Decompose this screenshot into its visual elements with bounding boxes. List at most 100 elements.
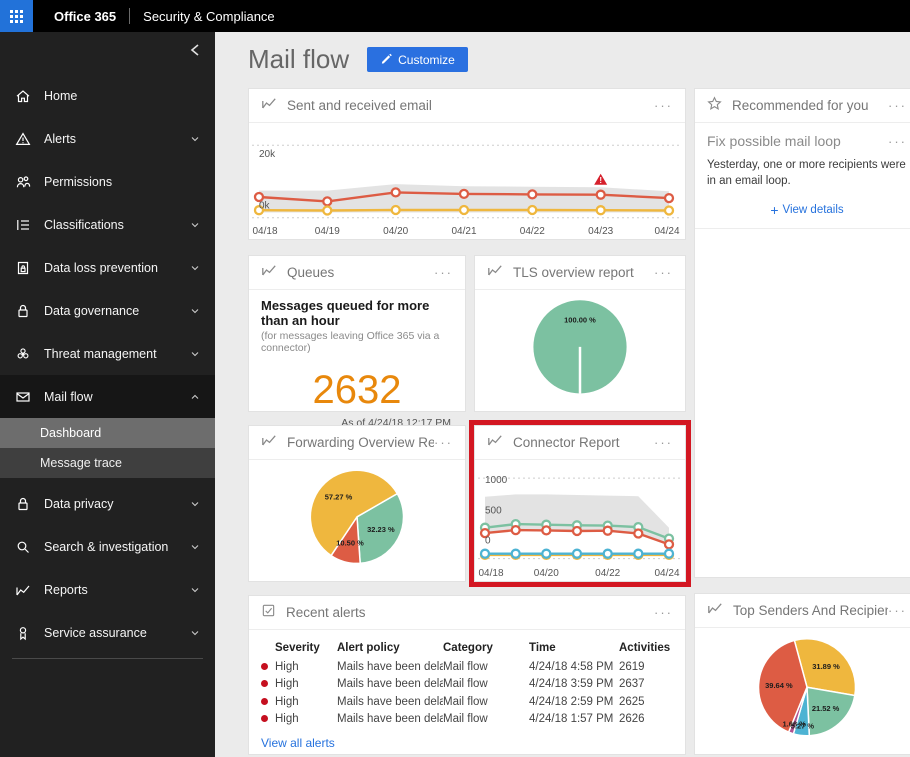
line-chart-icon xyxy=(487,262,503,283)
sidebar-collapse-button[interactable] xyxy=(185,40,205,60)
more-options-icon[interactable]: ··· xyxy=(888,604,907,617)
chevron-down-icon xyxy=(189,627,201,639)
svg-text:!: ! xyxy=(599,176,602,185)
sidebar-item-search-investigation[interactable]: Search & investigation xyxy=(0,525,215,568)
severity-dot xyxy=(261,697,268,705)
brand-office-365[interactable]: Office 365 xyxy=(54,9,116,24)
more-options-icon[interactable]: ··· xyxy=(434,436,453,449)
page-header: Mail flow Customize xyxy=(248,44,468,75)
more-options-icon[interactable]: ··· xyxy=(434,266,453,279)
more-options-icon[interactable]: ··· xyxy=(888,99,907,112)
severity-dot xyxy=(261,680,268,688)
svg-text:04/24: 04/24 xyxy=(654,568,679,579)
column-header: Severity xyxy=(275,642,320,654)
sidebar-item-data-privacy[interactable]: Data privacy xyxy=(0,482,215,525)
column-header: Activities xyxy=(619,642,671,654)
card-recent-alerts: Recent alerts ··· Severity Alert policy … xyxy=(248,595,686,755)
svg-text:04/23: 04/23 xyxy=(588,226,613,237)
card-title: Forwarding Overview Rep... xyxy=(287,435,434,450)
more-options-icon[interactable]: ··· xyxy=(888,135,907,148)
svg-text:0: 0 xyxy=(485,536,491,547)
card-forwarding-overview: Forwarding Overview Rep... ··· 32.23 %10… xyxy=(248,425,466,582)
svg-text:04/20: 04/20 xyxy=(534,568,559,579)
recommendation-item: Fix possible mail loop ··· Yesterday, on… xyxy=(695,123,910,230)
chevron-down-icon xyxy=(189,219,201,231)
sidebar-item-label: Data governance xyxy=(44,303,140,318)
svg-text:1.68 %: 1.68 % xyxy=(783,719,807,728)
chevron-down-icon xyxy=(189,498,201,510)
svg-text:0k: 0k xyxy=(259,201,271,212)
sidebar-item-permissions[interactable]: Permissions xyxy=(0,160,215,203)
card-title: Top Senders And Recipients xyxy=(733,603,888,618)
sidebar-item-threat-management[interactable]: Threat management xyxy=(0,332,215,375)
forwarding-pie-chart[interactable]: 32.23 % 10.50 % 57.27 % xyxy=(249,460,465,581)
chevron-down-icon xyxy=(189,584,201,596)
sidebar-subitem-label: Dashboard xyxy=(40,426,102,440)
card-header: TLS overview report ··· xyxy=(475,256,685,290)
sidebar: Home Alerts Permissions Classifications … xyxy=(0,32,215,757)
pencil-icon xyxy=(380,52,392,67)
sidebar-subitem-dashboard[interactable]: Dashboard xyxy=(0,418,215,448)
svg-text:32.23 %: 32.23 % xyxy=(367,525,395,534)
sidebar-item-home[interactable]: Home xyxy=(0,74,215,117)
sidebar-item-label: Search & investigation xyxy=(44,539,169,554)
sidebar-item-alerts[interactable]: Alerts xyxy=(0,117,215,160)
search-icon xyxy=(14,539,32,555)
svg-text:100.00 %: 100.00 % xyxy=(564,315,596,324)
view-all-alerts-link[interactable]: View all alerts xyxy=(261,736,335,750)
chevron-down-icon xyxy=(189,305,201,317)
more-options-icon[interactable]: ··· xyxy=(654,266,673,279)
customize-label: Customize xyxy=(398,52,455,67)
alert-row[interactable]: High Mails have been delay... Mail flow … xyxy=(249,711,685,729)
alert-row[interactable]: High Mails have been delay... Mail flow … xyxy=(249,693,685,711)
sidebar-item-label: Alerts xyxy=(44,131,76,146)
alert-row[interactable]: High Mails have been delay... Mail flow … xyxy=(249,676,685,694)
view-details-label: View details xyxy=(782,204,844,217)
card-recommended-for-you: Recommended for you ··· Fix possible mai… xyxy=(694,88,910,578)
line-chart-icon xyxy=(707,600,723,621)
app-window: Office 365 Security & Compliance Home Al… xyxy=(0,0,910,757)
sidebar-divider xyxy=(12,658,203,659)
view-details-link[interactable]: + View details xyxy=(695,202,910,218)
sidebar-item-data-governance[interactable]: Data governance xyxy=(0,289,215,332)
svg-text:39.64 %: 39.64 % xyxy=(765,681,793,690)
sidebar-item-data-loss-prevention[interactable]: Data loss prevention xyxy=(0,246,215,289)
sidebar-item-mail-flow[interactable]: Mail flow xyxy=(0,375,215,418)
more-options-icon[interactable]: ··· xyxy=(654,436,673,449)
queued-messages-count: 2632 xyxy=(312,368,402,412)
svg-text:04/18: 04/18 xyxy=(478,568,503,579)
sidebar-item-classifications[interactable]: Classifications xyxy=(0,203,215,246)
chevron-down-icon xyxy=(189,262,201,274)
biohazard-icon xyxy=(14,346,32,362)
column-header: Category xyxy=(443,642,493,654)
chevron-down-icon xyxy=(189,348,201,360)
top-bar: Office 365 Security & Compliance xyxy=(0,0,910,32)
app-launcher-icon[interactable] xyxy=(0,0,33,32)
sidebar-item-reports[interactable]: Reports xyxy=(0,568,215,611)
alert-row[interactable]: High Mails have been delay... Mail flow … xyxy=(249,658,685,676)
sidebar-subitem-label: Message trace xyxy=(40,456,122,470)
svg-text:04/24: 04/24 xyxy=(654,226,679,237)
queues-heading: Messages queued for more than an hour xyxy=(261,298,430,328)
sidebar-item-label: Classifications xyxy=(44,217,124,232)
card-queues: Queues ··· Messages queued for more than… xyxy=(248,255,466,429)
sent-received-chart[interactable]: 20k 0k 04/18 04/19 04/20 04/21 04/22 04/23 04/24… xyxy=(249,123,685,239)
svg-text:04/18: 04/18 xyxy=(252,226,277,237)
people-icon xyxy=(14,174,32,190)
more-options-icon[interactable]: ··· xyxy=(654,606,673,619)
customize-button[interactable]: Customize xyxy=(367,47,468,72)
svg-text:20k: 20k xyxy=(259,149,276,160)
svg-text:10.50 %: 10.50 % xyxy=(336,539,364,548)
svg-text:500: 500 xyxy=(485,505,502,516)
lock-icon xyxy=(14,496,32,512)
sidebar-item-service-assurance[interactable]: Service assurance xyxy=(0,611,215,654)
card-tls-overview: TLS overview report ··· 100.00 % xyxy=(474,255,686,412)
top-senders-pie-chart[interactable]: 31.89 % 21.52 % 5.27 % 1.68 % 39.64 % xyxy=(695,628,910,754)
more-options-icon[interactable]: ··· xyxy=(654,99,673,112)
svg-text:21.52 %: 21.52 % xyxy=(812,704,840,713)
sidebar-subitem-message-trace[interactable]: Message trace xyxy=(0,448,215,478)
svg-text:31.89 %: 31.89 % xyxy=(812,662,840,671)
tls-pie-chart[interactable]: 100.00 % xyxy=(475,290,685,411)
recommendation-body: Yesterday, one or more recipients were i… xyxy=(707,159,906,187)
connector-report-chart[interactable]: 1000 500 0 04/18 04/20 04/22 04/24 xyxy=(475,460,685,581)
